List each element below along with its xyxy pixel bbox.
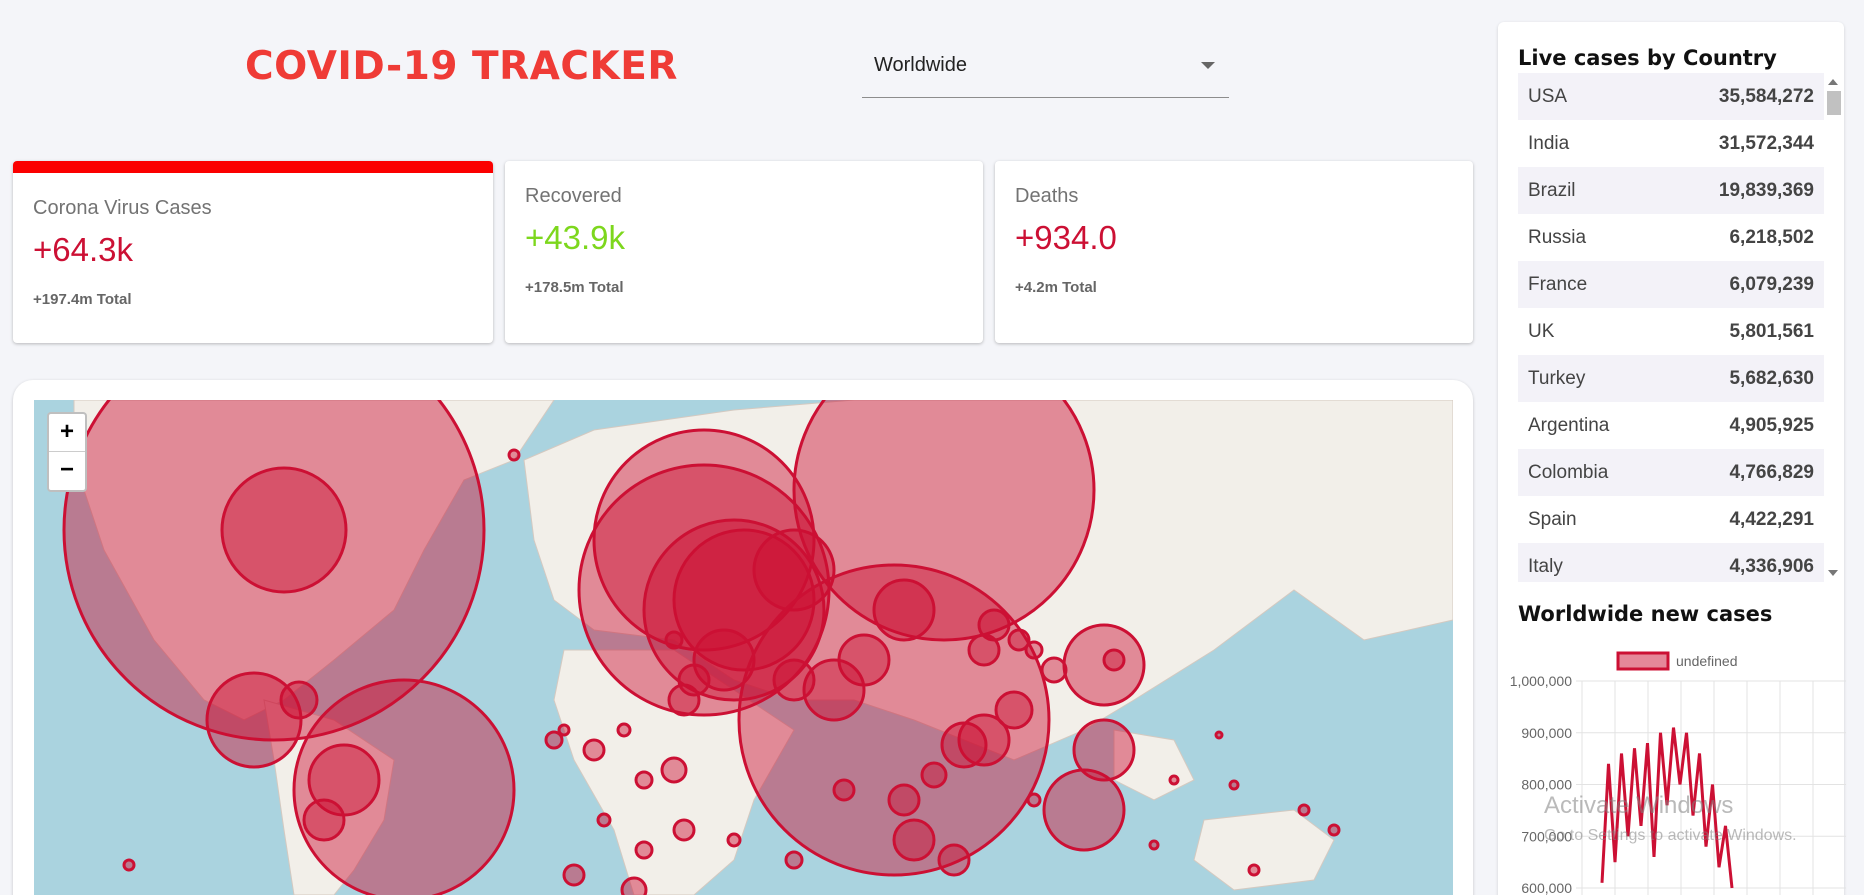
cases-card[interactable]: Corona Virus Cases +64.3k +197.4m Total [13,161,493,343]
table-row: USA 35,584,272 [1518,73,1824,120]
case-circle[interactable] [1102,648,1126,672]
table-row: UK 5,801,561 [1528,320,1814,342]
case-circle[interactable] [1214,730,1224,740]
case-circle[interactable] [832,778,856,802]
map-layer [62,400,1453,895]
scroll-thumb[interactable] [1827,91,1841,115]
legend-label: undefined [1676,653,1738,669]
cases-total: +197.4m Total [33,291,132,308]
recovered-today: +43.9k [525,219,625,256]
scroll-down-icon[interactable] [1828,570,1838,576]
recovered-card[interactable]: Recovered +43.9k +178.5m Total [505,161,983,343]
case-circle[interactable] [1247,863,1261,877]
country-select[interactable]: Worldwide [862,48,1229,98]
case-circle[interactable] [872,578,936,642]
case-circle[interactable] [677,663,711,697]
case-circle[interactable] [772,658,816,702]
case-circle[interactable] [1040,656,1068,684]
dropdown-arrow-icon [1201,62,1215,69]
table-row: Argentina 4,905,925 [1528,414,1814,436]
case-circle[interactable] [1297,803,1311,817]
case-circle[interactable] [1026,792,1042,808]
zoom-out-button[interactable]: − [49,452,85,490]
case-circle[interactable] [557,723,571,737]
recovered-label: Recovered [525,185,622,207]
deaths-today: +934.0 [1015,219,1117,256]
case-circle[interactable] [967,633,1001,667]
deaths-label: Deaths [1015,185,1079,207]
case-circle[interactable] [302,798,346,842]
case-circle[interactable] [920,761,948,789]
country-select-value: Worldwide [874,54,967,76]
scroll-up-icon[interactable] [1828,79,1838,85]
deaths-total: +4.2m Total [1015,279,1097,296]
case-circle[interactable] [220,466,348,594]
table-row: Italy 4,336,906 [1518,543,1824,582]
table-row: France 6,079,239 [1518,261,1824,308]
table-row: Turkey 5,682,630 [1518,355,1824,402]
case-circle[interactable] [616,722,632,738]
y-tick-label: 800,000 [1521,777,1572,793]
case-circle[interactable] [660,756,688,784]
case-circle[interactable] [122,858,136,872]
case-circle[interactable] [1327,823,1341,837]
table-row: Russia 6,218,502 [1528,226,1814,248]
chart-svg: undefined 1,000,000900,000800,000700,000… [1510,651,1846,895]
case-circle[interactable] [582,738,606,762]
active-card-indicator [13,161,493,173]
world-map[interactable] [34,400,1453,895]
table-scrollbar[interactable] [1824,73,1842,582]
case-circle[interactable] [634,840,654,860]
cases-today: +64.3k [33,231,133,268]
case-circle[interactable] [596,812,612,828]
table-row: India 31,572,344 [1528,132,1814,154]
case-circle[interactable] [940,721,988,769]
cases-label: Corona Virus Cases [33,197,212,219]
legend-swatch [1616,651,1670,671]
y-tick-label: 1,000,000 [1510,673,1572,689]
case-circle[interactable] [664,630,684,650]
case-circle[interactable] [887,783,921,817]
case-circle[interactable] [562,863,586,887]
case-circle[interactable] [784,850,804,870]
case-circle[interactable] [1168,774,1180,786]
new-cases-chart: undefined 1,000,000 900,000 800,000 700,000… [1500,640,1846,895]
y-tick-label: 900,000 [1521,725,1572,741]
y-tick-label: 600,000 [1521,880,1572,895]
deaths-card[interactable]: Deaths +934.0 +4.2m Total [995,161,1473,343]
case-circle[interactable] [1228,779,1240,791]
case-circle[interactable] [507,448,521,462]
app-title: COVID-19 TRACKER [245,44,678,89]
chart-title: Worldwide new cases [1518,602,1773,626]
case-circle[interactable] [620,876,648,895]
case-circle[interactable] [726,832,742,848]
case-circle[interactable] [1024,640,1044,660]
table-row: Colombia 4,766,829 [1518,449,1824,496]
live-cases-table[interactable]: USA 35,584,272 India 31,572,344 Brazil 19,8… [1518,73,1824,582]
live-cases-title: Live cases by Country [1518,46,1777,70]
case-circle[interactable] [672,818,696,842]
case-circle[interactable] [1072,718,1136,782]
case-circle[interactable] [1042,768,1126,852]
table-row: Brazil 19,839,369 [1518,167,1824,214]
case-circle[interactable] [279,680,319,720]
case-circle[interactable] [937,843,971,877]
case-circle[interactable] [634,770,654,790]
zoom-in-button[interactable]: + [49,414,85,452]
table-row: Spain 4,422,291 [1528,508,1814,530]
watermark-title: Activate Windows [1544,792,1734,819]
recovered-total: +178.5m Total [525,279,624,296]
case-circle[interactable] [892,818,936,862]
zoom-control: + − [47,412,87,492]
watermark-subtitle: Go to Settings to activate Windows. [1544,827,1797,844]
case-circle[interactable] [1148,839,1160,851]
